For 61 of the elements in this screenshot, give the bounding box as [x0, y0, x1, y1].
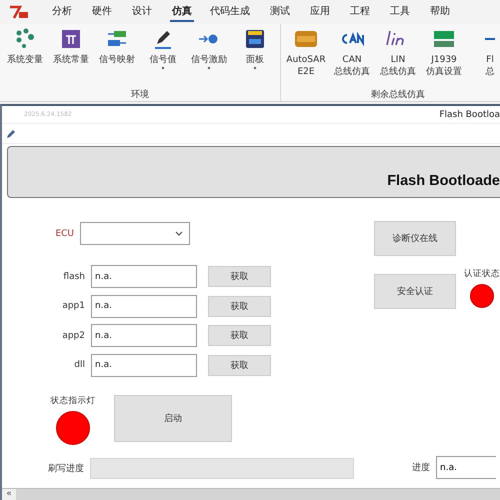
- header-title: Flash Bootloade: [387, 173, 500, 189]
- field-label: flash: [62, 272, 86, 282]
- menu-tab[interactable]: 设计: [130, 2, 154, 22]
- ribbon-button[interactable]: 面板: [232, 24, 278, 88]
- ribbon-button[interactable]: 系统变量: [2, 24, 48, 88]
- input-field[interactable]: n.a.: [91, 354, 197, 376]
- input-field[interactable]: n.a.: [436, 456, 496, 479]
- field-label: 刷写进度: [47, 462, 85, 475]
- chevron-down-icon: [175, 231, 183, 236]
- chip-icon: [293, 28, 319, 50]
- ecu-dropdown[interactable]: [80, 222, 190, 245]
- fetch-button[interactable]: 获取: [208, 296, 271, 316]
- ribbon-button[interactable]: AutoSAR E2E: [283, 24, 329, 88]
- lamp-label: 认证状态: [464, 268, 500, 280]
- ribbon-button[interactable]: 信号映射: [94, 24, 140, 88]
- menu-tab[interactable]: 工程: [348, 2, 372, 22]
- group-label: 环境: [131, 88, 149, 101]
- dropdown-icon: [253, 66, 257, 70]
- menu-tab[interactable]: 分析: [50, 2, 74, 22]
- fetch-button[interactable]: 获取: [208, 325, 271, 346]
- menu-tab[interactable]: 测试: [268, 2, 292, 22]
- dropdown-icon: [207, 66, 211, 70]
- menu-tab[interactable]: 代码生成: [208, 2, 252, 22]
- scroll-left-button[interactable]: «: [2, 489, 16, 500]
- pi-icon: [60, 28, 82, 50]
- sae-logo-icon: [431, 28, 457, 50]
- dropdown-icon: [161, 66, 165, 70]
- ribbon-button[interactable]: Fl 总: [467, 24, 500, 88]
- dots-icon: [14, 28, 36, 50]
- fetch-button[interactable]: 获取: [208, 354, 271, 376]
- menu-tab[interactable]: 工具: [388, 2, 412, 22]
- field-label: app2: [61, 330, 86, 340]
- menu-tab[interactable]: 硬件: [90, 2, 114, 22]
- ribbon-button[interactable]: 信号值: [140, 24, 186, 88]
- pencil-icon: [152, 28, 174, 50]
- window-title: Flash Bootloa: [439, 110, 500, 120]
- ribbon-button[interactable]: 信号激励: [186, 24, 232, 88]
- start-button[interactable]: 启动: [114, 395, 232, 442]
- scrollbar[interactable]: «: [2, 488, 500, 500]
- ribbon-button[interactable]: 系统常量: [48, 24, 94, 88]
- pencil-icon[interactable]: [6, 128, 16, 138]
- ribbon-button[interactable]: CAN 总线仿真: [329, 24, 375, 88]
- group-label: 剩余总线仿真: [371, 88, 425, 101]
- field-label: dll: [73, 360, 86, 370]
- ribbon-button[interactable]: J1939 仿真设置: [421, 24, 467, 88]
- input-field[interactable]: n.a.: [91, 265, 197, 288]
- field-label: 进度: [411, 462, 431, 474]
- auth-button[interactable]: 安全认证: [374, 274, 456, 309]
- ribbon-button[interactable]: LIN 总线仿真: [375, 24, 421, 88]
- fetch-button[interactable]: 获取: [208, 266, 271, 287]
- input-field[interactable]: n.a.: [91, 324, 197, 347]
- menu-tab[interactable]: 应用: [308, 2, 332, 22]
- panel-icon: [244, 28, 266, 50]
- field-label: ECU: [54, 228, 75, 238]
- diagnostic-button[interactable]: 诊断仪在线: [374, 221, 456, 256]
- menu-tab[interactable]: 仿真: [170, 2, 194, 22]
- menu-tab[interactable]: 帮助: [428, 2, 452, 22]
- input-field[interactable]: n.a.: [91, 294, 197, 318]
- app-logo-icon[interactable]: [8, 4, 30, 20]
- field-label: app1: [61, 301, 86, 311]
- lamp-label: 状态指示灯: [50, 395, 96, 407]
